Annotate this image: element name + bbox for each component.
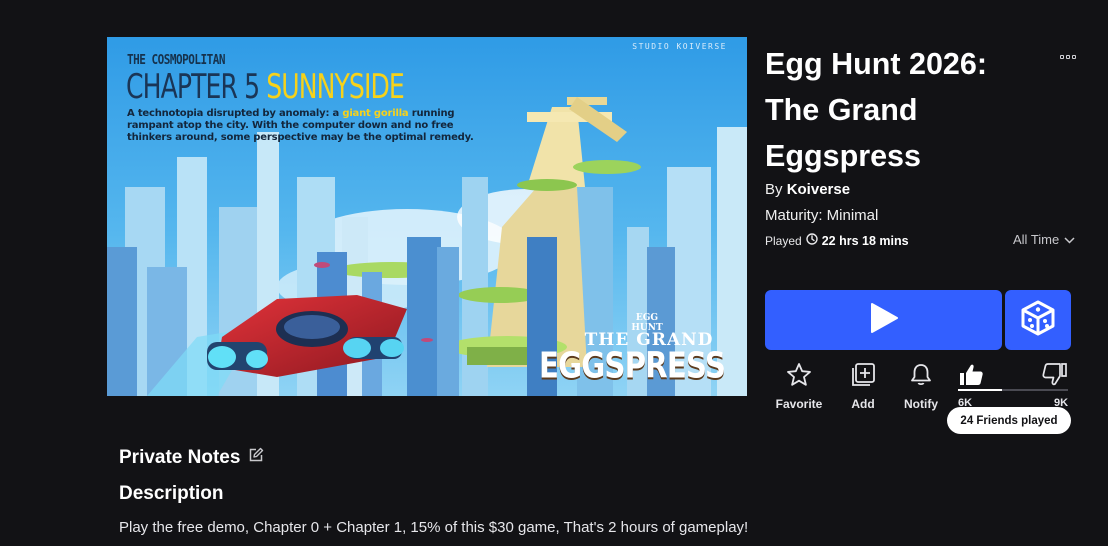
thumbnail-publication: THE COSMOPOLITAN: [127, 52, 225, 68]
thumbnail-blurb: A technotopia disrupted by anomaly: a gi…: [127, 108, 487, 144]
clock-icon: [806, 233, 818, 248]
thumbnail-studio-mark: STUDIO KOIVERSE: [632, 42, 727, 51]
thumbnail-chapter-name: SUNNYSIDE: [266, 67, 405, 107]
by-prefix: By: [765, 181, 783, 198]
add-button[interactable]: Add: [833, 362, 893, 411]
played-time: Played 22 hrs 18 mins: [765, 233, 909, 248]
bell-icon: [908, 362, 934, 392]
vote-ratio-fill: [958, 389, 1002, 391]
played-label: Played: [765, 233, 802, 248]
private-notes-label: Private Notes: [119, 447, 241, 468]
favorite-button[interactable]: Favorite: [769, 362, 829, 411]
description-text: Play the free demo, Chapter 0 + Chapter …: [119, 519, 749, 536]
game-thumbnail[interactable]: THE COSMOPOLITAN STUDIO KOIVERSE CHAPTER…: [107, 37, 747, 396]
add-to-collection-icon: [850, 362, 876, 392]
time-filter-dropdown[interactable]: All Time: [1013, 232, 1075, 247]
played-duration: 22 hrs 18 mins: [821, 233, 909, 248]
game-title: Egg Hunt 2026: The Grand Eggspress: [765, 47, 988, 173]
blurb-highlight: giant gorilla: [342, 108, 409, 119]
logo-eggspress: EGGSPRESS: [539, 345, 726, 387]
maturity-rating: Maturity: Minimal: [765, 207, 879, 224]
edit-icon[interactable]: [248, 447, 264, 469]
thumbs-up-button[interactable]: [958, 362, 985, 392]
thumbnail-overlay-text: THE COSMOPOLITAN STUDIO KOIVERSE CHAPTER…: [107, 37, 747, 396]
friends-played-badge: 24 Friends played: [947, 407, 1071, 434]
star-icon: [786, 362, 812, 392]
private-notes-header[interactable]: Private Notes: [119, 447, 264, 469]
blurb-part-1: A technotopia disrupted by anomaly: a: [127, 108, 343, 119]
thumbs-down-button[interactable]: [1041, 362, 1068, 392]
add-label: Add: [851, 397, 875, 411]
creator-line: By Koiverse: [765, 181, 850, 198]
more-options-button[interactable]: [1056, 48, 1080, 66]
play-button[interactable]: [765, 290, 1002, 350]
dice-cube-icon: [1021, 300, 1055, 341]
chevron-down-icon: [1064, 232, 1075, 247]
vote-ratio-bar: [958, 389, 1068, 391]
server-options-button[interactable]: [1005, 290, 1071, 350]
thumbnail-chapter-prefix: CHAPTER 5: [126, 67, 260, 107]
play-icon: [869, 302, 899, 339]
more-dot-icon: [1072, 55, 1076, 59]
more-dot-icon: [1060, 55, 1064, 59]
thumbnail-chapter: CHAPTER 5 SUNNYSIDE: [126, 67, 405, 107]
creator-link[interactable]: Koiverse: [787, 181, 850, 198]
experience-page: THE COSMOPOLITAN STUDIO KOIVERSE CHAPTER…: [0, 0, 1108, 546]
notify-label: Notify: [904, 397, 938, 411]
notify-button[interactable]: Notify: [891, 362, 951, 411]
more-dot-icon: [1066, 55, 1070, 59]
time-filter-value: All Time: [1013, 232, 1060, 247]
favorite-label: Favorite: [775, 397, 823, 411]
description-heading: Description: [119, 483, 224, 504]
